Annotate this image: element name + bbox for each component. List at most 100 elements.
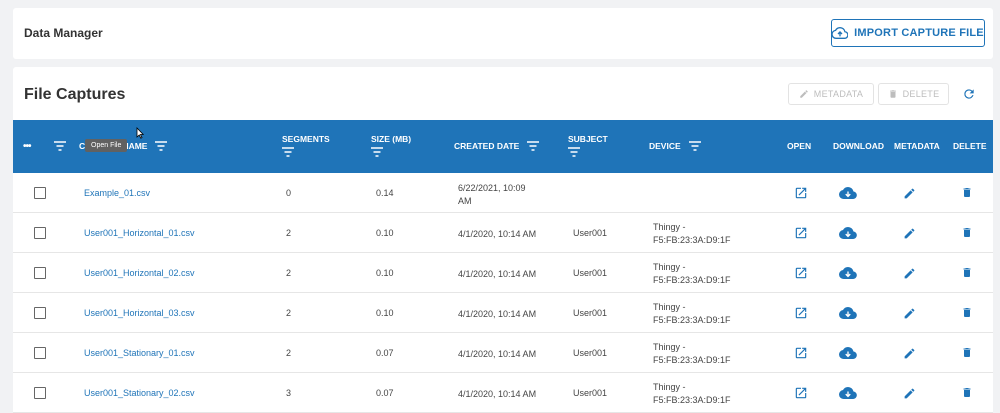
filter-icon[interactable]: [54, 141, 66, 151]
refresh-icon: [964, 89, 974, 99]
cloud-upload-icon: [832, 27, 849, 39]
table-row: User001_Horizontal_01.csv 2 0.10 4/1/202…: [13, 213, 993, 253]
created-date-value: 4/1/2020, 10:14 AM: [458, 309, 537, 319]
pencil-icon[interactable]: [903, 267, 916, 282]
size-value: 0.10: [376, 308, 394, 318]
column-open: OPEN: [787, 141, 812, 151]
device-value: Thingy - F5:FB:23:3A:D9:1F: [653, 342, 731, 365]
open-icon[interactable]: [794, 266, 808, 282]
metadata-label: METADATA: [813, 89, 864, 99]
filter-icon[interactable]: [155, 141, 168, 151]
segments-value: 2: [286, 308, 292, 318]
pencil-icon[interactable]: [903, 307, 916, 322]
table-row: Example_01.csv 0 0.14 6/22/2021, 10:09 AM: [13, 173, 993, 213]
cloud-download-icon[interactable]: [839, 226, 857, 242]
row-checkbox[interactable]: [34, 387, 46, 399]
pencil-icon[interactable]: [903, 387, 916, 402]
trash-icon[interactable]: [961, 186, 973, 201]
trash-icon[interactable]: [961, 306, 973, 321]
table-row: User001_Horizontal_02.csv 2 0.10 4/1/202…: [13, 253, 993, 293]
cloud-download-icon[interactable]: [839, 266, 857, 282]
subject-value: User001: [573, 348, 608, 358]
segments-value: 3: [286, 388, 292, 398]
device-value: Thingy - F5:FB:23:3A:D9:1F: [653, 262, 731, 285]
file-captures-card: File Captures METADATA DELETE ••• CAPTUR…: [13, 67, 993, 413]
pencil-icon[interactable]: [903, 187, 916, 202]
subject-value: User001: [573, 228, 608, 238]
subject-value: User001: [573, 308, 608, 318]
trash-icon: [889, 90, 896, 98]
capture-name-link[interactable]: Example_01.csv: [84, 188, 150, 198]
trash-icon[interactable]: [961, 226, 973, 241]
open-file-tooltip: Open File: [85, 139, 128, 152]
filter-icon[interactable]: [688, 141, 701, 151]
trash-icon[interactable]: [961, 346, 973, 361]
pencil-icon: [800, 90, 808, 98]
data-manager-header: Data Manager IMPORT CAPTURE FILE: [13, 8, 993, 59]
open-icon[interactable]: [794, 346, 808, 362]
subject-value: User001: [573, 268, 608, 278]
mouse-cursor-icon: [136, 127, 144, 139]
refresh-button[interactable]: [962, 87, 976, 106]
created-date-value: 4/1/2020, 10:14 AM: [458, 229, 537, 239]
trash-icon[interactable]: [961, 266, 973, 281]
table-row: User001_Horizontal_03.csv 2 0.10 4/1/202…: [13, 293, 993, 333]
cloud-download-icon[interactable]: [839, 386, 857, 402]
delete-label: DELETE: [902, 89, 940, 99]
pencil-icon[interactable]: [903, 227, 916, 242]
created-date-value: 4/1/2020, 10:14 AM: [458, 349, 537, 359]
size-value: 0.14: [376, 188, 394, 198]
cloud-download-icon[interactable]: [839, 346, 857, 362]
row-checkbox[interactable]: [34, 307, 46, 319]
column-created-date[interactable]: CREATED DATE: [454, 141, 540, 151]
cloud-download-icon[interactable]: [839, 306, 857, 322]
table-header: ••• CAPTURE NAME SEGMENTS SIZE (MB) CREA…: [13, 120, 993, 173]
created-date-value: 6/22/2021, 10:09 AM: [458, 183, 526, 206]
segments-value: 2: [286, 348, 292, 358]
size-value: 0.07: [376, 388, 394, 398]
subject-value: User001: [573, 388, 608, 398]
column-menu-button[interactable]: •••: [23, 141, 31, 152]
segments-value: 0: [286, 188, 292, 198]
pencil-icon[interactable]: [903, 347, 916, 362]
filter-icon[interactable]: [371, 147, 383, 157]
capture-name-link[interactable]: User001_Horizontal_02.csv: [84, 268, 195, 278]
filter-icon[interactable]: [282, 147, 294, 157]
column-device[interactable]: DEVICE: [649, 141, 701, 151]
row-checkbox[interactable]: [34, 347, 46, 359]
row-checkbox[interactable]: [34, 187, 46, 199]
metadata-button[interactable]: METADATA: [788, 83, 874, 105]
row-checkbox[interactable]: [34, 227, 46, 239]
filter-icon[interactable]: [568, 147, 580, 157]
capture-name-link[interactable]: User001_Horizontal_03.csv: [84, 308, 195, 318]
column-download: DOWNLOAD: [833, 141, 884, 151]
column-size[interactable]: SIZE (MB): [371, 134, 411, 157]
row-checkbox[interactable]: [34, 267, 46, 279]
open-icon[interactable]: [794, 306, 808, 322]
open-icon[interactable]: [794, 226, 808, 242]
size-value: 0.10: [376, 268, 394, 278]
capture-name-link[interactable]: User001_Stationary_02.csv: [84, 388, 195, 398]
created-date-value: 4/1/2020, 10:14 AM: [458, 389, 537, 399]
trash-icon[interactable]: [961, 386, 973, 401]
segments-value: 2: [286, 268, 292, 278]
column-metadata: METADATA: [894, 141, 940, 151]
capture-name-link[interactable]: User001_Stationary_01.csv: [84, 348, 195, 358]
segments-value: 2: [286, 228, 292, 238]
size-value: 0.10: [376, 228, 394, 238]
column-subject[interactable]: SUBJECT: [568, 134, 608, 157]
capture-name-link[interactable]: User001_Horizontal_01.csv: [84, 228, 195, 238]
table-row: User001_Stationary_01.csv 2 0.07 4/1/202…: [13, 333, 993, 373]
import-capture-file-button[interactable]: IMPORT CAPTURE FILE: [831, 19, 985, 47]
open-icon[interactable]: [794, 186, 808, 202]
open-icon[interactable]: [794, 386, 808, 402]
created-date-value: 4/1/2020, 10:14 AM: [458, 269, 537, 279]
filter-icon[interactable]: [527, 141, 540, 151]
page-title: Data Manager: [24, 26, 103, 40]
import-label: IMPORT CAPTURE FILE: [854, 27, 984, 39]
table-row: User001_Stationary_02.csv 3 0.07 4/1/202…: [13, 373, 993, 413]
column-segments[interactable]: SEGMENTS: [282, 134, 330, 157]
delete-button[interactable]: DELETE: [878, 83, 949, 105]
device-value: Thingy - F5:FB:23:3A:D9:1F: [653, 222, 731, 245]
cloud-download-icon[interactable]: [839, 186, 857, 202]
